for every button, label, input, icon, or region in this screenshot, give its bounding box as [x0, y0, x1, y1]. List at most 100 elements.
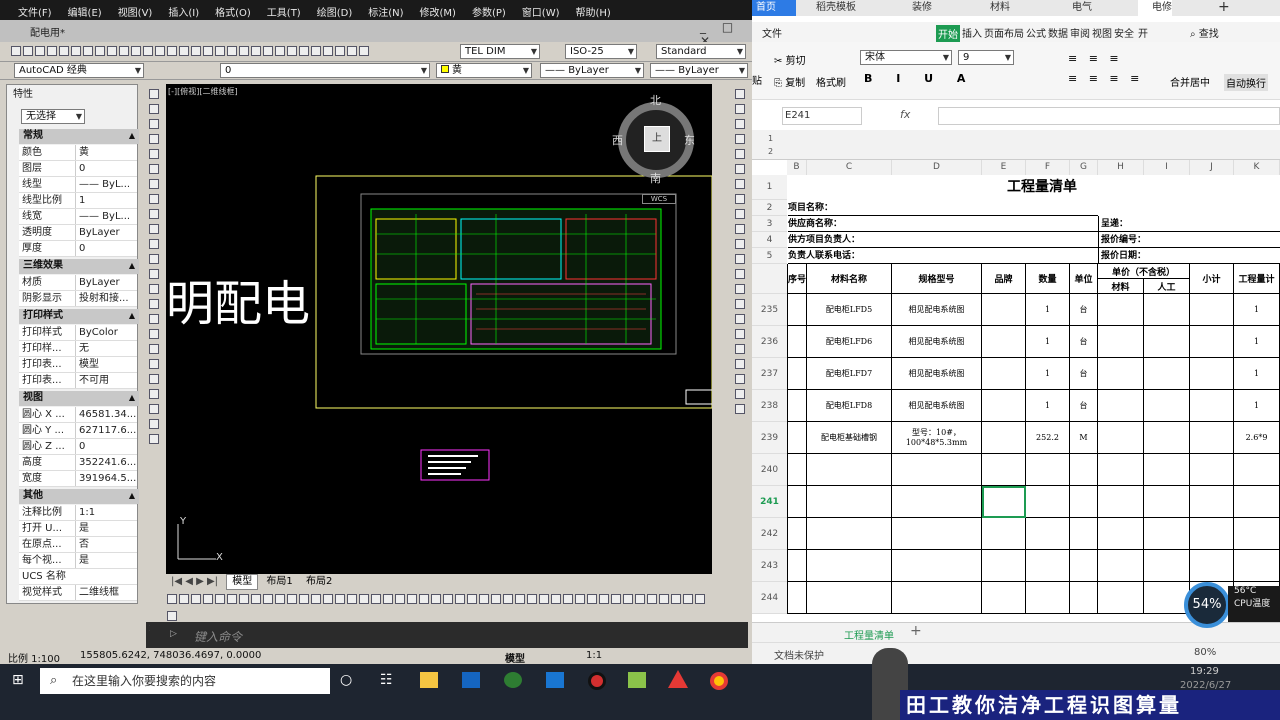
table-cell[interactable]: 配电柜基础槽钢 [807, 422, 892, 454]
collapse-icon[interactable]: ▲ [129, 391, 135, 405]
table-cell[interactable]: 相见配电系统图 [892, 326, 982, 358]
draw-tool-icon[interactable] [149, 89, 159, 99]
props-value[interactable]: 二维线框 [75, 585, 137, 600]
props-value[interactable]: 627117.6... [75, 423, 137, 438]
props-value[interactable]: ByColor [75, 325, 137, 340]
taskbar-search[interactable]: ⌕ 在这里输入你要搜索的内容 [40, 668, 330, 694]
table-cell[interactable] [787, 390, 807, 422]
table-cell[interactable]: 1 [1234, 326, 1280, 358]
dimension-tool-icon[interactable] [359, 594, 369, 604]
props-row[interactable]: 圆心 Z ... 0 [19, 439, 137, 455]
table-cell[interactable] [982, 454, 1026, 486]
row-header[interactable]: 240 [752, 454, 787, 486]
draw-tool-icon[interactable] [149, 194, 159, 204]
props-row[interactable]: 颜色 黄 [19, 145, 137, 161]
font-size-select[interactable]: 9 ▼ [958, 50, 1014, 65]
props-row[interactable]: 打印样... 无 [19, 341, 137, 357]
tab-doc-material[interactable]: 材料 [976, 0, 1010, 16]
table-cell[interactable] [1098, 294, 1144, 326]
menu-window[interactable]: 窗口(W) [514, 4, 568, 19]
row-header[interactable]: 243 [752, 550, 787, 582]
workspace-select[interactable]: AutoCAD 经典 ▼ [14, 63, 144, 78]
props-value[interactable]: ByLayer [75, 275, 137, 290]
dimension-tool-icon[interactable] [623, 594, 633, 604]
windows-start-icon[interactable]: ⊞ [12, 672, 28, 688]
table-cell[interactable] [1190, 486, 1234, 518]
table-cell[interactable] [1098, 390, 1144, 422]
linetype-select[interactable]: —— ByLayer ▼ [540, 63, 644, 78]
dimension-tool-icon[interactable] [683, 594, 693, 604]
props-value[interactable]: 0 [75, 161, 137, 176]
table-cell[interactable]: 台 [1070, 358, 1098, 390]
dimension-tool-icon[interactable] [551, 594, 561, 604]
table-cell[interactable]: 配电柜LFD6 [807, 326, 892, 358]
wps-icon[interactable] [546, 672, 564, 688]
menu-file[interactable]: 文件(F) [10, 4, 60, 19]
menu-help[interactable]: 帮助(H) [568, 4, 619, 19]
dimension-tool-icon[interactable] [479, 594, 489, 604]
dim-style-select[interactable]: ISO-25 ▼ [565, 44, 637, 59]
draw-tool-icon[interactable] [149, 134, 159, 144]
modify-tool-icon[interactable] [735, 194, 745, 204]
table-cell[interactable] [1144, 518, 1190, 550]
row-header[interactable]: 4 [752, 232, 787, 248]
row-header[interactable]: 236 [752, 326, 787, 358]
name-box[interactable]: E241 [782, 107, 862, 125]
table-cell[interactable] [892, 582, 982, 614]
tab-doc-electric[interactable]: 电气 [1058, 0, 1092, 16]
table-cell[interactable] [982, 390, 1026, 422]
props-row[interactable]: 阴影显示 投射和接... [19, 291, 137, 307]
dimension-tool-icon[interactable] [371, 594, 381, 604]
viewcube-face[interactable]: 上 [644, 126, 670, 152]
dimension-tool-icon[interactable] [263, 594, 273, 604]
modify-toolbar[interactable] [732, 84, 750, 454]
props-row[interactable]: 圆心 Y ... 627117.6... [19, 423, 137, 439]
column-header[interactable]: B [787, 160, 807, 175]
drawing-canvas[interactable]: [-][俯视][二维线框] 明配电 Y X 上 北 南 东 西 WCS [166, 84, 712, 574]
table-cell[interactable] [787, 294, 807, 326]
props-value[interactable]: —— ByL... [75, 209, 137, 224]
table-cell[interactable] [1190, 358, 1234, 390]
table-cell[interactable]: 配电柜LFD8 [807, 390, 892, 422]
dimension-tool-icon[interactable] [395, 594, 405, 604]
modify-tool-icon[interactable] [735, 239, 745, 249]
draw-toolbar[interactable] [146, 84, 164, 484]
table-cell[interactable]: 配电柜LFD5 [807, 294, 892, 326]
table-cell[interactable] [982, 326, 1026, 358]
table-cell[interactable] [787, 486, 807, 518]
props-value[interactable]: 0 [75, 439, 137, 454]
command-line[interactable]: ▷ 键入命令 [150, 622, 748, 650]
table-cell[interactable] [1144, 422, 1190, 454]
props-section-header[interactable]: 视图 ▲ [19, 391, 139, 406]
props-row[interactable]: 材质 ByLayer [19, 275, 137, 291]
cut-button[interactable]: ✂ 剪切 [774, 52, 806, 67]
text-style-select[interactable]: TEL DIM ▼ [460, 44, 540, 59]
dimension-tool-icon[interactable] [647, 594, 657, 604]
draw-tool-icon[interactable] [149, 314, 159, 324]
modify-tool-icon[interactable] [735, 209, 745, 219]
table-cell[interactable] [807, 550, 892, 582]
props-value[interactable]: 无 [75, 341, 137, 356]
app-icon[interactable] [628, 672, 646, 688]
table-cell[interactable] [1190, 518, 1234, 550]
dimension-tool-icon[interactable] [191, 594, 201, 604]
ribbon-formula[interactable]: 公式 [1026, 25, 1046, 40]
copy-button[interactable]: ⎘ 复制 [774, 74, 805, 89]
props-row[interactable]: 厚度 0 [19, 241, 137, 257]
layer-select[interactable]: 0 ▼ [220, 63, 430, 78]
table-cell[interactable]: 1 [1026, 358, 1070, 390]
column-header[interactable]: G [1070, 160, 1098, 175]
color-select[interactable]: 黄 ▼ [436, 63, 532, 78]
dimension-tool-icon[interactable] [455, 594, 465, 604]
row-header[interactable]: 1 [752, 175, 787, 200]
table-cell[interactable] [892, 454, 982, 486]
table-cell[interactable]: 相见配电系统图 [892, 294, 982, 326]
font-format-buttons[interactable]: B I U A [864, 72, 975, 85]
tab-doc-decoration[interactable]: 装修 [898, 0, 932, 16]
dimension-tool-icon[interactable] [419, 594, 429, 604]
table-cell[interactable] [1234, 550, 1280, 582]
modify-tool-icon[interactable] [735, 314, 745, 324]
browser-icon[interactable] [504, 672, 522, 688]
row-header[interactable]: 241 [752, 486, 787, 518]
props-section-header[interactable]: 打印样式 ▲ [19, 309, 139, 324]
